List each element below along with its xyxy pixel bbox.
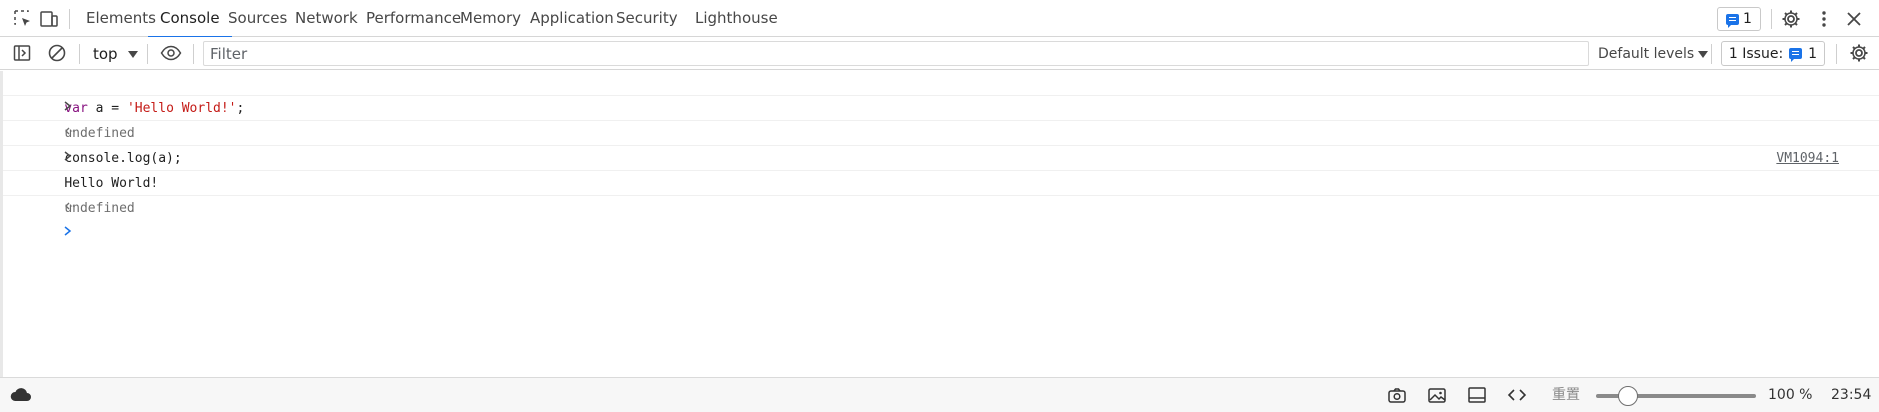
code-icon[interactable] xyxy=(1506,384,1528,406)
log-levels-dropdown[interactable]: Default levels xyxy=(1598,43,1709,65)
message-icon xyxy=(1789,48,1803,62)
log-levels-label: Default levels xyxy=(1598,46,1695,62)
layout-icon[interactable] xyxy=(1466,384,1488,406)
console-result-row: undefined xyxy=(3,96,1879,141)
context-selector[interactable]: top xyxy=(93,43,138,65)
tab-application[interactable]: Application xyxy=(530,0,614,37)
clock-time: 23:54 xyxy=(1831,387,1872,403)
tab-memory[interactable]: Memory xyxy=(460,0,521,37)
divider xyxy=(1711,44,1712,64)
zoom-reset-label[interactable]: 重置 xyxy=(1552,378,1580,412)
divider xyxy=(69,9,70,29)
divider xyxy=(193,44,194,64)
clear-console-icon[interactable] xyxy=(46,42,68,64)
issues-counter-button[interactable]: 1 xyxy=(1717,7,1761,31)
tab-lighthouse[interactable]: Lighthouse xyxy=(695,0,778,37)
settings-gear-icon[interactable] xyxy=(1780,8,1802,30)
chevron-down-icon xyxy=(127,50,138,58)
devtools-tabbar: Elements Console Sources Network Perform… xyxy=(0,0,1879,38)
close-icon[interactable] xyxy=(1843,8,1865,30)
issues-button[interactable]: 1 Issue: 1 xyxy=(1721,41,1825,66)
message-icon xyxy=(1726,13,1740,28)
console-input-row: var a = 'Hello World!'; xyxy=(3,71,1879,116)
console-result-row: undefined xyxy=(3,171,1879,216)
cloud-icon[interactable] xyxy=(10,384,32,406)
issues-count: 1 xyxy=(1743,11,1752,27)
divider xyxy=(79,44,80,64)
console-toolbar: top Default levels 1 Issue: 1 xyxy=(0,37,1879,70)
issues-label: 1 Issue: xyxy=(1728,45,1784,62)
console-log-row: Hello World! VM1094:1 xyxy=(3,146,1879,191)
console-prompt[interactable] xyxy=(3,196,1879,236)
live-expression-eye-icon[interactable] xyxy=(160,42,182,64)
divider xyxy=(147,44,148,64)
issues-count: 1 xyxy=(1808,45,1818,62)
device-toolbar-icon[interactable] xyxy=(38,8,60,30)
browser-status-bar: 重置 100 % 23:54 xyxy=(0,377,1879,412)
tab-network[interactable]: Network xyxy=(295,0,358,37)
console-input-row: console.log(a); xyxy=(3,121,1879,166)
more-vertical-icon[interactable] xyxy=(1813,8,1835,30)
zoom-slider-handle[interactable] xyxy=(1618,386,1638,406)
inspect-element-icon[interactable] xyxy=(12,8,34,30)
tab-sources[interactable]: Sources xyxy=(228,0,287,37)
sidebar-toggle-icon[interactable] xyxy=(11,42,33,64)
divider xyxy=(1836,44,1837,64)
tab-console[interactable]: Console xyxy=(148,0,232,38)
context-selector-label: top xyxy=(93,45,118,63)
tab-elements[interactable]: Elements xyxy=(86,0,156,37)
tab-performance[interactable]: Performance xyxy=(366,0,461,37)
prompt-chevron-icon xyxy=(16,196,72,271)
camera-icon[interactable] xyxy=(1386,384,1408,406)
source-link[interactable]: VM1094:1 xyxy=(1776,146,1839,171)
console-output: var a = 'Hello World!'; undefined consol… xyxy=(0,71,1879,377)
divider xyxy=(1771,9,1772,29)
image-icon[interactable] xyxy=(1426,384,1448,406)
chevron-down-icon xyxy=(1698,50,1709,58)
filter-input[interactable] xyxy=(203,41,1589,66)
tab-security[interactable]: Security xyxy=(616,0,678,37)
zoom-value: 100 % xyxy=(1768,387,1813,403)
console-settings-icon[interactable] xyxy=(1848,42,1870,64)
